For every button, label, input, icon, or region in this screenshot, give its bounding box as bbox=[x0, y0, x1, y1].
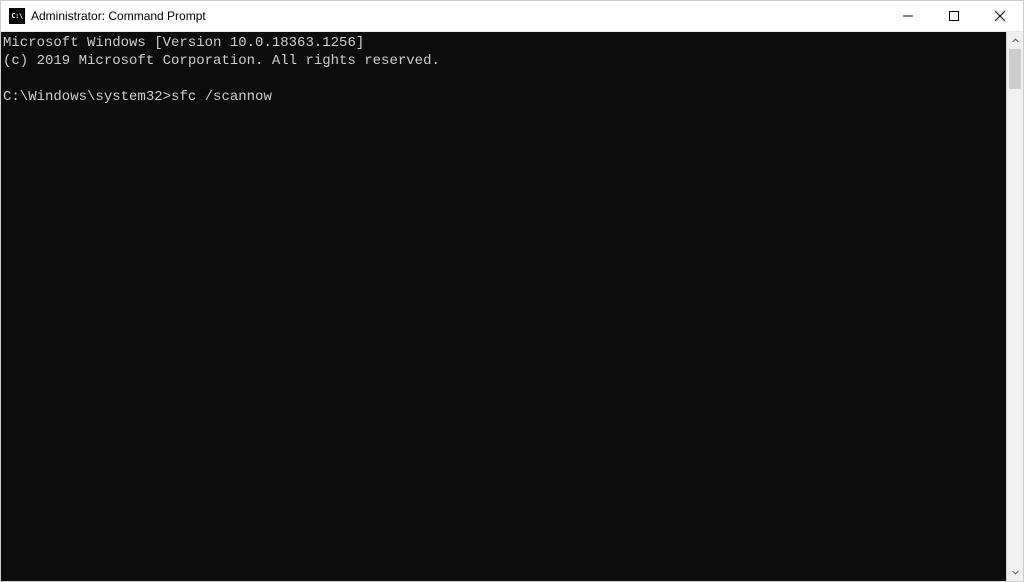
terminal-blank-line bbox=[3, 70, 1006, 88]
app-icon-text: C:\ bbox=[11, 12, 22, 20]
close-icon bbox=[995, 11, 1005, 21]
command-prompt-window: C:\ Administrator: Command Prompt Micros… bbox=[0, 0, 1024, 582]
terminal-container: Microsoft Windows [Version 10.0.18363.12… bbox=[1, 32, 1023, 581]
terminal-header-line-1: Microsoft Windows [Version 10.0.18363.12… bbox=[3, 34, 1006, 52]
maximize-button[interactable] bbox=[931, 1, 977, 31]
terminal[interactable]: Microsoft Windows [Version 10.0.18363.12… bbox=[1, 32, 1006, 581]
scrollbar-up-button[interactable] bbox=[1007, 32, 1023, 49]
minimize-button[interactable] bbox=[885, 1, 931, 31]
window-controls bbox=[885, 1, 1023, 31]
scrollbar-thumb[interactable] bbox=[1009, 49, 1021, 89]
terminal-prompt-line: C:\Windows\system32>sfc /scannow bbox=[3, 88, 1006, 106]
app-icon: C:\ bbox=[9, 8, 25, 24]
window-title: Administrator: Command Prompt bbox=[31, 9, 885, 23]
vertical-scrollbar[interactable] bbox=[1006, 32, 1023, 581]
terminal-header-line-2: (c) 2019 Microsoft Corporation. All righ… bbox=[3, 52, 1006, 70]
scrollbar-track[interactable] bbox=[1007, 49, 1023, 564]
minimize-icon bbox=[903, 11, 913, 21]
close-button[interactable] bbox=[977, 1, 1023, 31]
terminal-command: sfc /scannow bbox=[171, 88, 272, 106]
titlebar[interactable]: C:\ Administrator: Command Prompt bbox=[1, 1, 1023, 32]
terminal-prompt: C:\Windows\system32> bbox=[3, 88, 171, 106]
chevron-up-icon bbox=[1012, 37, 1019, 44]
scrollbar-down-button[interactable] bbox=[1007, 564, 1023, 581]
chevron-down-icon bbox=[1012, 569, 1019, 576]
maximize-icon bbox=[949, 11, 959, 21]
